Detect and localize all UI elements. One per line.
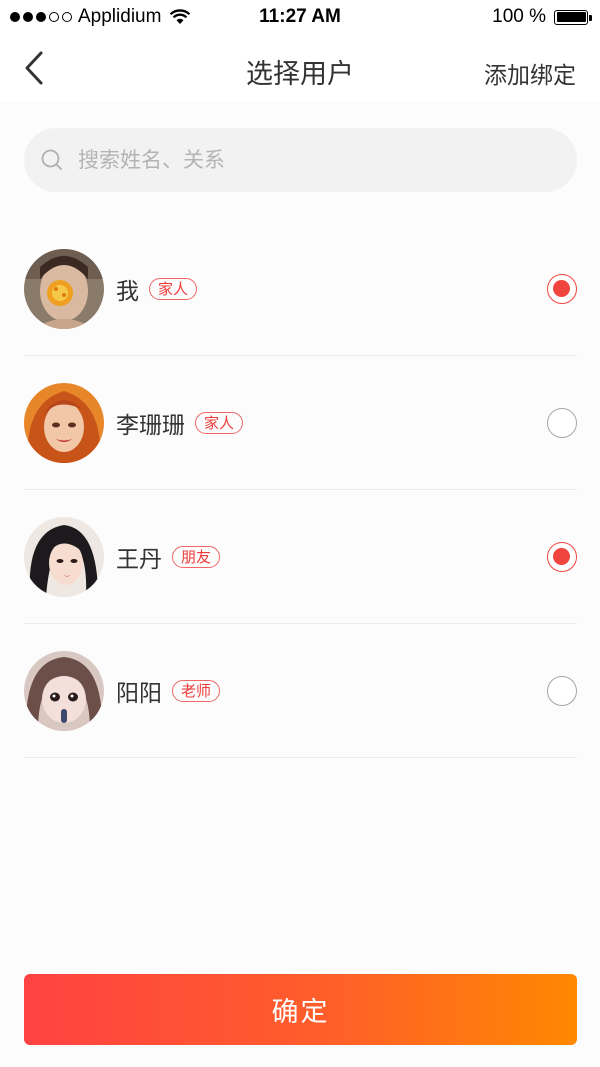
search-input[interactable] [78, 148, 538, 172]
radio-button[interactable] [547, 675, 577, 706]
user-name: 阳阳 [116, 680, 162, 707]
user-name: 王丹 [116, 546, 162, 573]
user-name: 我 [116, 278, 139, 305]
avatar [24, 516, 104, 597]
battery-icon [554, 9, 592, 25]
user-item-yang-yang[interactable]: 阳阳 老师 [24, 624, 577, 758]
user-name: 李珊珊 [116, 412, 185, 439]
radio-button-selected[interactable] [547, 273, 577, 304]
status-bar: Applidium 11:27 AM 100 % [0, 0, 600, 34]
relation-tag: 朋友 [172, 545, 221, 568]
relation-tag: 家人 [149, 277, 198, 300]
status-bar-right: 100 % [492, 6, 592, 28]
relation-tag: 家人 [195, 411, 244, 434]
nav-bar: 选择用户 添加绑定 [0, 34, 600, 102]
add-binding-button[interactable]: 添加绑定 [484, 56, 576, 90]
search-bar[interactable] [24, 128, 577, 192]
avatar [24, 248, 104, 329]
radio-button[interactable] [547, 407, 577, 438]
relation-tag: 老师 [172, 679, 221, 702]
user-item-wang-dan[interactable]: 王丹 朋友 [24, 490, 577, 624]
radio-button-selected[interactable] [547, 541, 577, 572]
chevron-left-icon [25, 51, 43, 85]
avatar [24, 382, 104, 463]
avatar [24, 650, 104, 731]
user-item-me[interactable]: 我 家人 [24, 222, 577, 356]
search-icon [41, 149, 62, 170]
confirm-button[interactable]: 确定 [24, 974, 577, 1045]
back-button[interactable] [18, 48, 58, 88]
user-list: 我 家人 李珊珊 家人 王丹 朋友 阳阳 老师 [24, 222, 577, 758]
user-item-li-shanshan[interactable]: 李珊珊 家人 [24, 356, 577, 490]
battery-percent: 100 % [492, 6, 546, 27]
